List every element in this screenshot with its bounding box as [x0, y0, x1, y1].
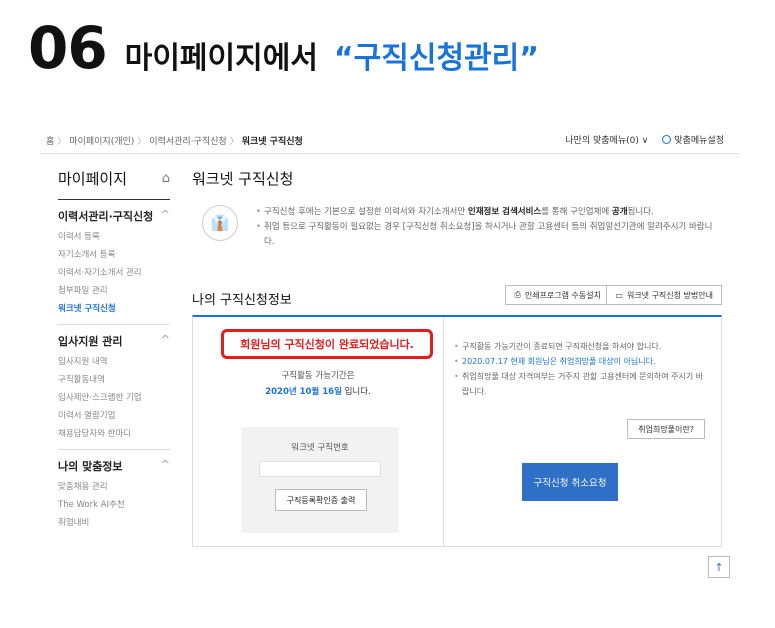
- sidebar-item-recruiter-message[interactable]: 채용담당자와 한마디: [58, 427, 170, 439]
- print-certificate-button[interactable]: 구직등록확인증 출력: [275, 489, 367, 511]
- step-number: 06: [28, 14, 108, 82]
- period-date-suffix: 입니다.: [341, 387, 371, 397]
- sidebar-item-ai-recommend[interactable]: The Work AI추천: [58, 498, 170, 510]
- headline-text: 마이페이지에서: [124, 41, 318, 76]
- top-menu: 나만의 맞춤메뉴(0) ∨ 맞춤메뉴설정: [565, 133, 724, 146]
- sidebar-group-label: 이력서관리·구직신청: [58, 210, 154, 223]
- sidebar-group-custom: 나의 맞춤정보 ^ 맞춤채용 관리 The Work AI추천 취업내비: [58, 458, 170, 528]
- guide-button-label: 워크넷 구직신청 방법안내: [626, 290, 713, 300]
- home-icon[interactable]: ⌂: [162, 171, 170, 186]
- sidebar-group-resume: 이력서관리·구직신청 ^ 이력서 등록 자기소개서 등록 이력서·자기소개서 관…: [58, 208, 170, 314]
- chevron-up-icon: ^: [160, 333, 170, 346]
- sidebar-group-head[interactable]: 이력서관리·구직신청 ^: [58, 208, 170, 224]
- sidebar: 마이페이지 ⌂ 이력서관리·구직신청 ^ 이력서 등록 자기소개서 등록 이력서…: [58, 168, 170, 538]
- custom-menu-dropdown[interactable]: 나만의 맞춤메뉴(0) ∨: [565, 133, 648, 146]
- intro-note: 취업 등으로 구직활동이 필요없는 경우 [구직신청 취소요청]을 하시거나 관…: [256, 220, 716, 250]
- headline-quote: “구직신청관리”: [333, 41, 539, 76]
- sidebar-item-resume-register[interactable]: 이력서 등록: [58, 230, 170, 242]
- sidebar-title-label: 마이페이지: [58, 170, 128, 188]
- shirt-icon: 👔: [202, 205, 238, 241]
- job-number-label: 워크넷 구직번호: [291, 443, 349, 453]
- page-title: 워크넷 구직신청: [192, 170, 294, 188]
- document-icon: ▭: [615, 290, 623, 300]
- globe-icon: [662, 135, 672, 144]
- section-title: 나의 구직신청정보: [192, 293, 292, 308]
- completion-message: 회원님의 구직신청이 완료되었습니다.: [221, 329, 433, 359]
- sidebar-item-cover-letter[interactable]: 자기소개서 등록: [58, 248, 170, 260]
- application-info-panel: 회원님의 구직신청이 완료되었습니다. 구직활동 가능기간은 2020년 10월…: [192, 315, 722, 547]
- guide-button[interactable]: ▭ 워크넷 구직신청 방법안내: [606, 285, 722, 305]
- main-content: 워크넷 구직신청 👔 구직신청 후에는 기본으로 설정한 이력서와 자기소개서만…: [192, 168, 722, 547]
- panel-notes: 구직활동 가능기간이 종료되면 구직재신청을 하셔야 합니다. 2020.07.…: [454, 339, 706, 399]
- scroll-top-button[interactable]: ↑: [708, 556, 730, 578]
- panel-note: 구직활동 가능기간이 종료되면 구직재신청을 하셔야 합니다.: [454, 339, 706, 354]
- intro-notes: 구직신청 후에는 기본으로 설정한 이력서와 자기소개서만 인재정보 검색서비스…: [256, 205, 716, 250]
- job-number-field: [259, 461, 381, 477]
- sidebar-item-career-navi[interactable]: 취업내비: [58, 516, 170, 528]
- period-label: 구직활동 가능기간은: [281, 371, 355, 381]
- sidebar-item-resume-manage[interactable]: 이력서·자기소개서 관리: [58, 266, 170, 278]
- breadcrumb-resume[interactable]: 이력서관리·구직신청: [149, 137, 226, 147]
- sidebar-item-viewed-companies[interactable]: 이력서 열람기업: [58, 409, 170, 421]
- sidebar-divider: [58, 324, 170, 325]
- arrow-up-icon: ↑: [714, 560, 724, 574]
- top-bar: 홈 〉 마이페이지(개인) 〉 이력서관리·구직신청 〉 워크넷 구직신청 나만의 맞춤메뉴…: [40, 124, 740, 154]
- sidebar-divider: [58, 449, 170, 450]
- breadcrumb-home[interactable]: 홈: [46, 137, 54, 147]
- sidebar-title: 마이페이지 ⌂: [58, 168, 170, 200]
- sidebar-item-apply-history[interactable]: 입사지원 내역: [58, 355, 170, 367]
- sidebar-item-attachments[interactable]: 첨부파일 관리: [58, 284, 170, 296]
- cancel-application-button[interactable]: 구직신청 취소요청: [522, 463, 618, 501]
- breadcrumb: 홈 〉 마이페이지(개인) 〉 이력서관리·구직신청 〉 워크넷 구직신청: [46, 137, 303, 147]
- section-header: 나의 구직신청정보 ⎙ 인쇄프로그램 수동설치 ▭ 워크넷 구직신청 방법안내: [192, 279, 722, 313]
- period-date: 2020년 10월 16일 입니다.: [193, 385, 443, 397]
- printer-icon: ⎙: [514, 290, 521, 299]
- job-number-box: 워크넷 구직번호 구직등록확인증 출력: [241, 427, 399, 533]
- custom-menu-setting[interactable]: 맞춤메뉴설정: [662, 133, 724, 146]
- chevron-up-icon: ^: [160, 208, 170, 221]
- panel-note: 2020.07.17 현재 회원님은 취업희망풀 대상이 아닙니다.: [454, 354, 706, 369]
- chevron-up-icon: ^: [160, 458, 170, 471]
- sidebar-item-offers-scraps[interactable]: 입사제안·스크랩한 기업: [58, 391, 170, 403]
- breadcrumb-mypage[interactable]: 마이페이지(개인): [69, 137, 134, 147]
- breadcrumb-current: 워크넷 구직신청: [241, 137, 303, 147]
- print-program-button[interactable]: ⎙ 인쇄프로그램 수동설치: [505, 285, 610, 305]
- sidebar-group-head[interactable]: 입사지원 관리 ^: [58, 333, 170, 349]
- sidebar-group-head[interactable]: 나의 맞춤정보 ^: [58, 458, 170, 474]
- sidebar-group-apply: 입사지원 관리 ^ 입사지원 내역 구직활동내역 입사제안·스크랩한 기업 이력…: [58, 333, 170, 439]
- print-button-label: 인쇄프로그램 수동설치: [524, 290, 601, 300]
- sidebar-item-custom-jobs[interactable]: 맞춤채용 관리: [58, 480, 170, 492]
- panel-right: 구직활동 가능기간이 종료되면 구직재신청을 하셔야 합니다. 2020.07.…: [443, 317, 721, 547]
- sidebar-group-label: 입사지원 관리: [58, 335, 123, 348]
- sidebar-item-job-application[interactable]: 워크넷 구직신청: [58, 302, 170, 314]
- custom-setting-label: 맞춤메뉴설정: [674, 136, 724, 146]
- screenshot-frame: 홈 〉 마이페이지(개인) 〉 이력서관리·구직신청 〉 워크넷 구직신청 나만의 맞춤메뉴…: [40, 124, 740, 582]
- hope-pool-info-button[interactable]: 취업희망풀이란?: [627, 419, 705, 439]
- sidebar-group-label: 나의 맞춤정보: [58, 460, 123, 473]
- sidebar-item-activity-history[interactable]: 구직활동내역: [58, 373, 170, 385]
- headline: 06 마이페이지에서 “구직신청관리”: [28, 14, 539, 84]
- panel-left: 회원님의 구직신청이 완료되었습니다. 구직활동 가능기간은 2020년 10월…: [193, 317, 443, 547]
- intro-note: 구직신청 후에는 기본으로 설정한 이력서와 자기소개서만 인재정보 검색서비스…: [256, 205, 716, 220]
- period-date-value: 2020년 10월 16일: [265, 387, 342, 397]
- panel-note: 취업희망풀 대상 자격여부는 거주지 관할 고용센터에 문의하여 주시기 바랍니…: [454, 369, 706, 399]
- intro-section: 👔 구직신청 후에는 기본으로 설정한 이력서와 자기소개서만 인재정보 검색서…: [192, 201, 722, 271]
